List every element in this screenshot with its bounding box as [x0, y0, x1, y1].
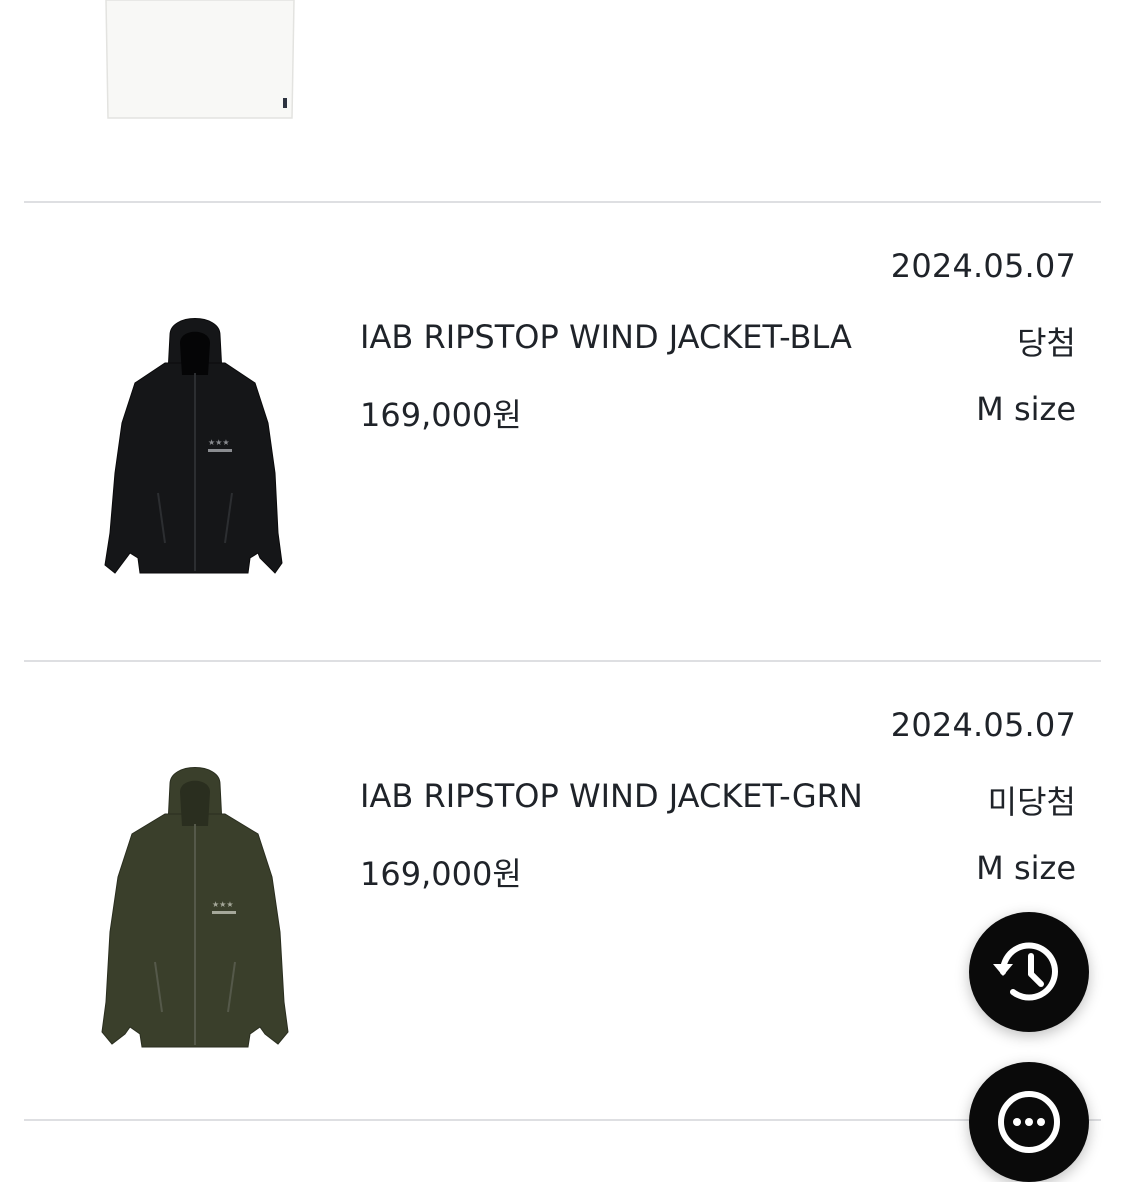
list-item[interactable]: 2024.05.07 ★★★ IAB RIPSTOP WIND JACKET-G…	[0, 662, 1125, 1120]
svg-text:★★★: ★★★	[212, 900, 234, 909]
divider	[24, 1119, 1101, 1121]
more-options-button[interactable]	[969, 1062, 1089, 1182]
result-status: 미당첨	[987, 783, 1076, 821]
product-size: M size	[976, 849, 1076, 887]
white-tshirt-image	[105, 0, 295, 119]
recent-history-button[interactable]	[969, 912, 1089, 1032]
item-date: 2024.05.07	[890, 706, 1076, 744]
more-dots-icon	[998, 1091, 1060, 1153]
product-thumbnail-tee[interactable]	[100, 0, 300, 124]
product-name[interactable]: IAB RIPSTOP WIND JACKET-GRN	[360, 777, 863, 815]
list-item[interactable]: 2024.05.07 ★★★ IAB RIPSTOP WIND JACKET-B…	[0, 203, 1125, 661]
result-status: 당첨	[1017, 324, 1076, 362]
product-size: M size	[976, 390, 1076, 428]
product-price: 169,000원	[360, 855, 522, 893]
product-price: 169,000원	[360, 396, 522, 434]
svg-text:★★★: ★★★	[208, 438, 230, 447]
product-thumbnail-green-jacket[interactable]: ★★★	[70, 762, 320, 1062]
item-date: 2024.05.07	[890, 247, 1076, 285]
history-icon	[993, 942, 1058, 1001]
green-jacket-image: ★★★	[101, 767, 289, 1048]
product-name[interactable]: IAB RIPSTOP WIND JACKET-BLA	[360, 318, 852, 356]
product-thumbnail-black-jacket[interactable]: ★★★	[70, 303, 320, 603]
black-jacket-image: ★★★	[104, 318, 283, 574]
